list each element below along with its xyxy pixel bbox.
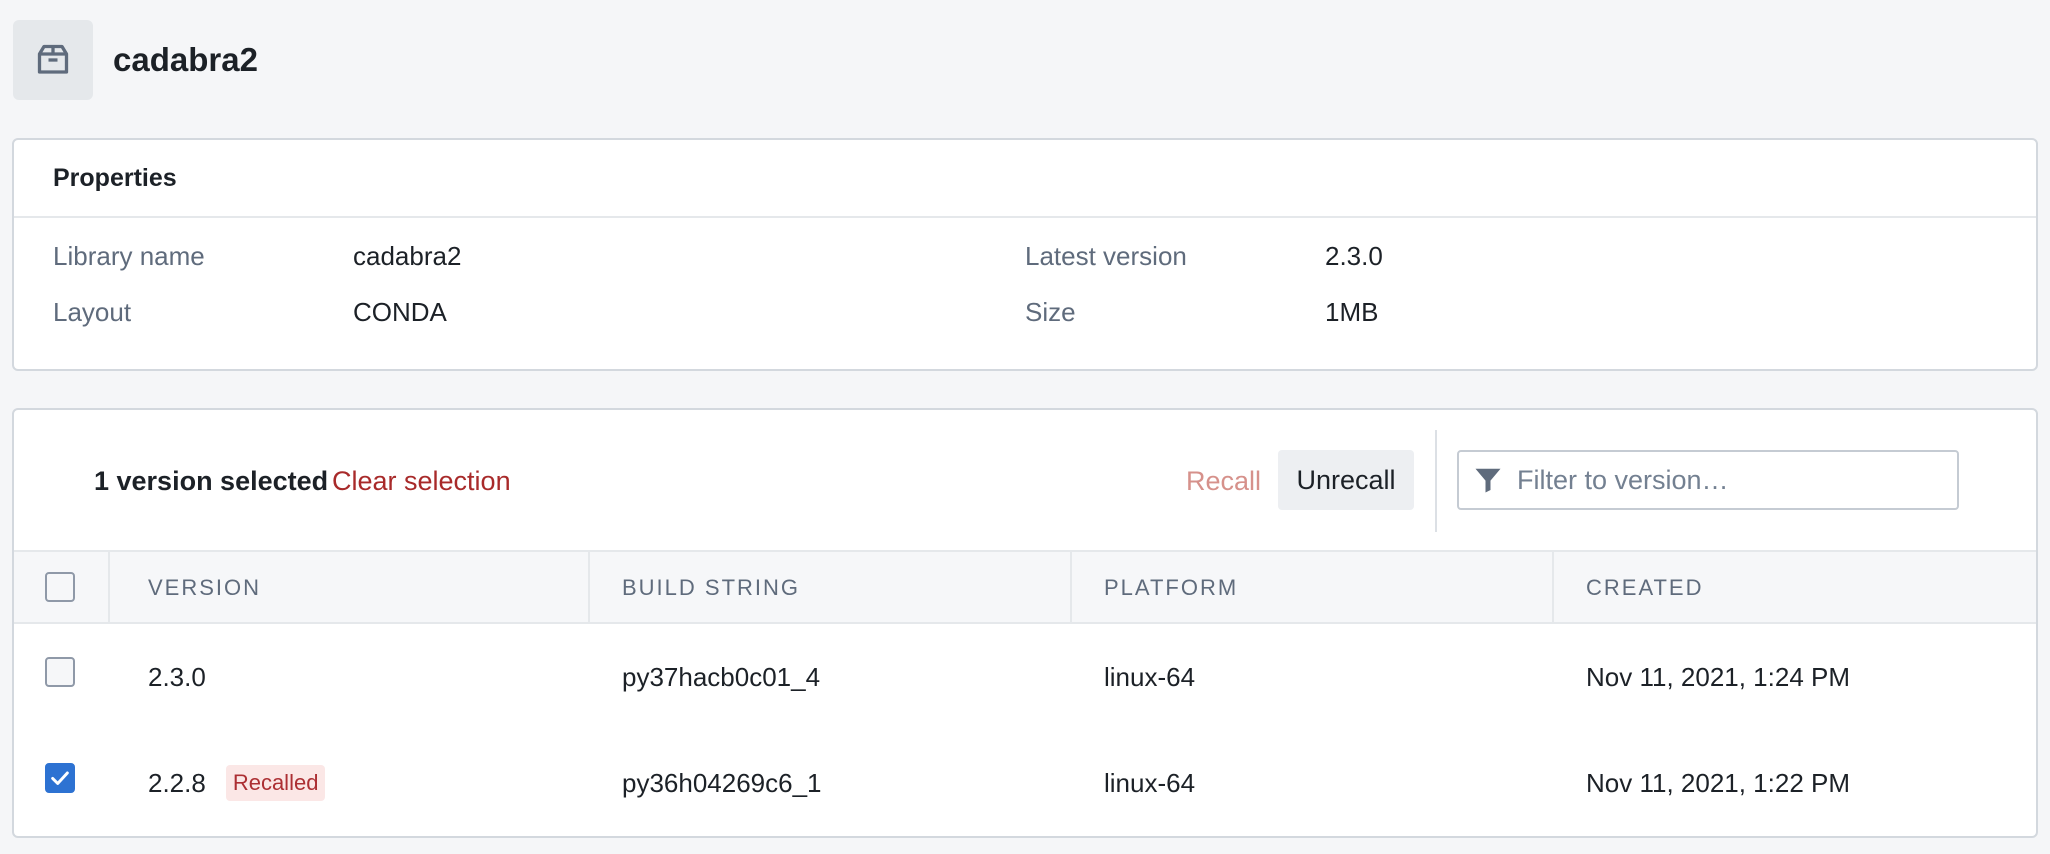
recall-button[interactable]: Recall <box>1186 466 1261 497</box>
version-text: 2.3.0 <box>148 661 206 692</box>
platform-cell: linux-64 <box>1104 661 1196 692</box>
column-header-version[interactable]: VERSION <box>148 552 261 624</box>
column-divider <box>1552 552 1554 624</box>
column-divider <box>108 552 110 624</box>
property-label-size: Size <box>1025 297 1076 327</box>
filter-box <box>1457 450 1959 510</box>
property-value-library-name: cadabra2 <box>353 241 462 271</box>
column-divider <box>588 552 590 624</box>
property-label-latest-version: Latest version <box>1025 241 1187 271</box>
versions-toolbar: 1 version selected Clear selection Recal… <box>14 410 2036 552</box>
version-text: 2.2.8 <box>148 767 206 798</box>
filter-icon <box>1475 468 1501 493</box>
row-checkbox[interactable] <box>45 657 75 687</box>
property-label-library-name: Library name <box>53 241 205 271</box>
column-header-platform[interactable]: PLATFORM <box>1104 552 1238 624</box>
properties-heading: Properties <box>14 140 2036 218</box>
table-header: VERSION BUILD STRING PLATFORM CREATED <box>14 552 2036 624</box>
row-checkbox[interactable] <box>45 763 75 793</box>
page-title: cadabra2 <box>113 41 258 78</box>
selection-count: 1 version selected <box>94 466 329 496</box>
created-cell: Nov 11, 2021, 1:24 PM <box>1586 661 1851 692</box>
checkmark-icon <box>51 771 69 785</box>
properties-card: Properties Library name cadabra2 Layout … <box>12 138 2038 371</box>
filter-input[interactable] <box>1517 464 1957 496</box>
property-value-layout: CONDA <box>353 297 447 327</box>
toolbar-divider <box>1435 430 1437 532</box>
box-icon <box>13 20 93 100</box>
build-string-cell: py37hacb0c01_4 <box>622 661 821 692</box>
unrecall-button[interactable]: Unrecall <box>1278 450 1414 510</box>
column-divider <box>1070 552 1072 624</box>
versions-card: 1 version selected Clear selection Recal… <box>12 408 2038 838</box>
property-value-latest-version: 2.3.0 <box>1325 241 1383 271</box>
select-all-checkbox[interactable] <box>45 572 75 602</box>
version-cell: 2.2.8 Recalled <box>148 730 326 836</box>
clear-selection-button[interactable]: Clear selection <box>332 466 511 497</box>
column-header-build-string[interactable]: BUILD STRING <box>622 552 800 624</box>
platform-cell: linux-64 <box>1104 767 1196 798</box>
column-header-created[interactable]: CREATED <box>1586 552 1704 624</box>
version-cell: 2.3.0 <box>148 624 206 730</box>
created-cell: Nov 11, 2021, 1:22 PM <box>1586 767 1851 798</box>
table-row[interactable]: 2.3.0 py37hacb0c01_4 linux-64 Nov 11, 20… <box>14 624 2036 730</box>
property-value-size: 1MB <box>1325 297 1379 327</box>
recalled-tag: Recalled <box>225 765 326 801</box>
property-label-layout: Layout <box>53 297 132 327</box>
build-string-cell: py36h04269c6_1 <box>622 767 822 798</box>
table-row[interactable]: 2.2.8 Recalled py36h04269c6_1 linux-64 N… <box>14 730 2036 836</box>
page-header: cadabra2 <box>13 20 258 100</box>
